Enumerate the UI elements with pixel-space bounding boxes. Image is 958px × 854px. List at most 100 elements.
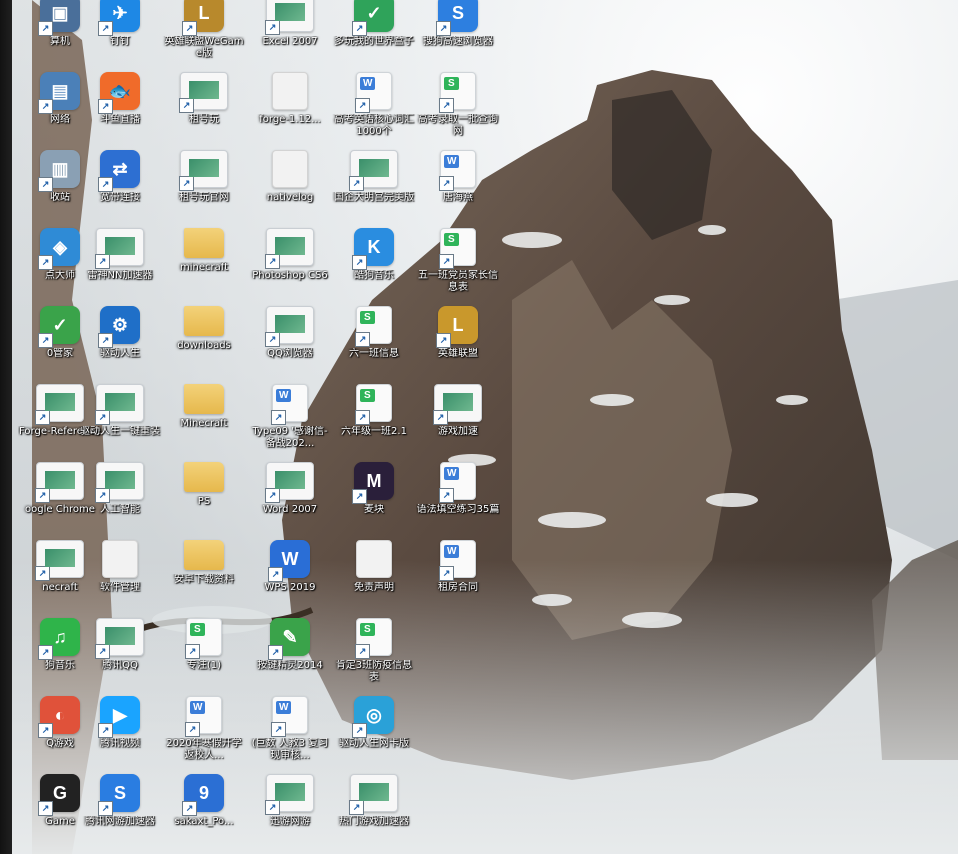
desktop-icon[interactable]: ⇄ ↗ 宽带连接 [78,150,162,232]
desktop-icon[interactable]: ↗ Word 2007 [248,462,332,544]
shortcut-arrow-icon: ↗ [355,410,370,425]
shortcut-arrow-icon: ↗ [268,645,283,660]
desktop-icon[interactable]: W ↗ WPS 2019 [248,540,332,622]
desktop-icon[interactable]: ↗ 驱动人生一键重装 [78,384,162,466]
app-shortcut-icon: ↗ [35,462,84,503]
desktop-icon[interactable]: ◎ ↗ 驱动人生网卡版 [332,696,416,778]
desktop-icon[interactable]: ⚙ ↗ 驱动人生 [78,306,162,388]
shortcut-arrow-icon: ↗ [98,21,113,36]
desktop-icon[interactable]: ↗Type09 '感谢信-备战202... [248,384,332,466]
desktop-icon[interactable]: minecraft [162,228,246,310]
desktop-icon-label: 免责声明 [354,582,394,593]
desktop-icon[interactable]: downloads [162,306,246,388]
desktop-icon[interactable]: ↗专注(1) [162,618,246,700]
desktop-icon[interactable]: ↗ QQ浏览器 [248,306,332,388]
desktop-icon[interactable]: ↗肯定3班防疫信息表 [332,618,416,700]
word-document-icon: ↗ [439,462,476,503]
desktop-icon[interactable]: L ↗ 英雄联盟WeGame版 [162,0,246,76]
word-document-icon: ↗ [271,696,308,737]
shortcut-arrow-icon: ↗ [352,489,367,504]
desktop-icon-label: 租号玩 [189,114,219,125]
folder-icon [184,384,224,414]
application-icon: ✎ ↗ [268,618,310,660]
desktop-icon-grid: ▣ ↗ 算机 ▤ ↗ 网络 ▥ ↗ 收站 ◈ ↗ 点大师 ✓ ↗ 0管家 ↗ Forge-Reference ↗ o… [12,0,958,854]
shortcut-arrow-icon: ↗ [35,488,50,503]
desktop-icon[interactable]: ↗六年级一班2.1 [332,384,416,466]
folder-icon [184,462,224,492]
desktop-icon[interactable]: ↗高考录取一批查询网 [416,72,500,154]
desktop-icon[interactable]: ↗ 国企大明宫完美版 [332,150,416,232]
desktop-icon-label: 五一班党员家长信息表 [418,270,498,293]
app-shortcut-icon: ↗ [349,150,398,191]
desktop-icon[interactable]: PS [162,462,246,544]
desktop-icon[interactable]: nativelog [248,150,332,232]
app-shortcut-icon: ↗ [433,384,482,425]
shortcut-arrow-icon: ↗ [98,801,113,816]
desktop-icon[interactable]: Minecraft [162,384,246,466]
desktop-icon-label: nativelog [266,192,314,203]
desktop-icon[interactable]: S ↗ 搜狗高速浏览器 [416,0,500,76]
desktop[interactable]: ▣ ↗ 算机 ▤ ↗ 网络 ▥ ↗ 收站 ◈ ↗ 点大师 ✓ ↗ 0管家 ↗ Forge-Reference ↗ o… [12,0,958,854]
desktop-icon[interactable]: 9 ↗ sakaxt_Po... [162,774,246,854]
desktop-icon-label: 驱动人生网卡版 [339,738,409,749]
desktop-icon[interactable]: ✓ ↗ 多玩我的世界盒子 [332,0,416,76]
shortcut-arrow-icon: ↗ [439,98,454,113]
application-icon: ✈ ↗ [98,0,140,36]
desktop-icon[interactable]: K ↗ 酷狗音乐 [332,228,416,310]
application-icon: ⇄ ↗ [98,150,140,192]
desktop-icon-label: 按键精灵2014 [257,660,323,671]
desktop-icon[interactable]: M ↗ 麦块 [332,462,416,544]
desktop-icon[interactable]: ↗ 人工智能 [78,462,162,544]
desktop-icon[interactable]: S ↗ 腾讯网游加速器 [78,774,162,854]
desktop-icon-label: 腾讯视频 [100,738,140,749]
word-document-icon: ↗ [271,384,308,425]
folder-icon [184,540,224,570]
desktop-icon[interactable]: ↗语法填空练习35篇 [416,462,500,544]
desktop-icon-label: 酷狗音乐 [354,270,394,281]
desktop-icon[interactable]: ↗(巨数 人教3 复习现审核... [248,696,332,778]
desktop-icon[interactable]: ↗高考英语核心词汇1000个 [332,72,416,154]
desktop-icon-label: 2020年寒假开学返校人... [166,738,242,761]
desktop-icon[interactable]: ✎ ↗ 按键精灵2014 [248,618,332,700]
desktop-icon-label: 安卓下载资料 [174,574,234,585]
desktop-icon[interactable]: ↗ 热门游戏加速器 [332,774,416,854]
desktop-icon-label: Excel 2007 [262,36,318,47]
shortcut-arrow-icon: ↗ [98,333,113,348]
desktop-icon-label: 租号玩官网 [179,192,229,203]
desktop-icon[interactable]: ✈ ↗ 钉钉 [78,0,162,76]
app-shortcut-icon: ↗ [265,462,314,503]
desktop-icon[interactable]: ▶ ↗ 腾讯视频 [78,696,162,778]
desktop-icon[interactable]: 🐟 ↗ 斗鱼直播 [78,72,162,154]
spreadsheet-document-icon: ↗ [439,72,476,113]
application-icon: ♫ ↗ [38,618,80,660]
desktop-icon[interactable]: ↗ 迅游网游 [248,774,332,854]
app-shortcut-icon: ↗ [179,150,228,191]
desktop-icon[interactable]: forge-1.12... [248,72,332,154]
desktop-icon-label: Type09 '感谢信-备战202... [252,426,328,449]
desktop-icon[interactable]: 软件管理 [78,540,162,622]
desktop-icon[interactable]: 安卓下载资料 [162,540,246,622]
desktop-icon[interactable]: 免责声明 [332,540,416,622]
desktop-icon[interactable]: ↗ Photoshop CS6 [248,228,332,310]
desktop-icon[interactable]: ↗ 租号玩官网 [162,150,246,232]
desktop-icon[interactable]: ↗2020年寒假开学返校人... [162,696,246,778]
desktop-icon-label: 麦块 [364,504,384,515]
shortcut-arrow-icon: ↗ [95,488,110,503]
desktop-icon[interactable]: ↗ 雷神NN加速器 [78,228,162,310]
desktop-icon-label: 驱动人生 [100,348,140,359]
desktop-icon[interactable]: ↗ 腾讯QQ [78,618,162,700]
desktop-icon[interactable]: L ↗ 英雄联盟 [416,306,500,388]
desktop-icon[interactable]: ↗ 租号玩 [162,72,246,154]
desktop-icon[interactable]: ↗ Excel 2007 [248,0,332,76]
spreadsheet-document-icon: ↗ [185,618,222,659]
shortcut-arrow-icon: ↗ [38,255,53,270]
desktop-icon[interactable]: ↗租房合同 [416,540,500,622]
desktop-icon[interactable]: ↗唐海燕 [416,150,500,232]
application-icon: ▥ ↗ [38,150,80,192]
shortcut-arrow-icon: ↗ [98,177,113,192]
shortcut-arrow-icon: ↗ [439,566,454,581]
desktop-icon[interactable]: ↗五一班党员家长信息表 [416,228,500,310]
shortcut-arrow-icon: ↗ [95,644,110,659]
desktop-icon[interactable]: ↗六一班信息 [332,306,416,388]
desktop-icon[interactable]: ↗ 游戏加速 [416,384,500,466]
